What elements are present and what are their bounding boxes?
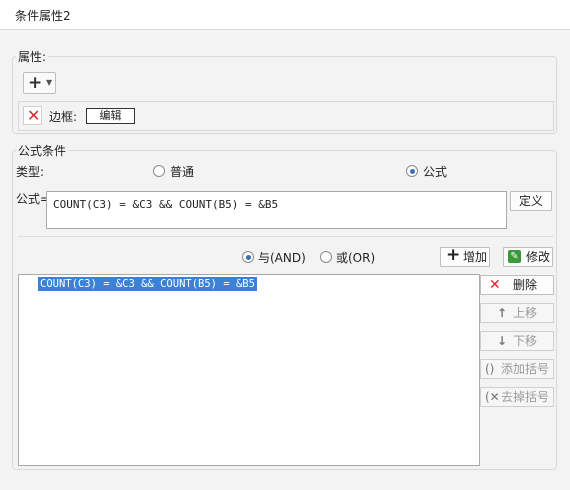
delete-x-icon: ✕ [27,106,41,125]
formula-input[interactable]: COUNT(C3) = &C3 && COUNT(B5) = &B5 [46,191,507,229]
radio-and[interactable] [242,251,254,263]
title-bar: 条件属性2 [0,0,570,30]
add-button[interactable]: + 增加 [440,245,490,267]
move-up-button[interactable]: ↑ 上移 [480,303,554,323]
plus-icon: + [446,245,461,265]
remove-bracket-button[interactable]: (✕ 去掉括号 [480,387,554,407]
modify-icon: ✎ [508,250,521,263]
condition-list[interactable]: COUNT(C3) = &C3 && COUNT(B5) = &B5 [18,274,480,466]
remove-attribute-button[interactable]: ✕ [23,106,42,125]
move-up-label: 上移 [513,306,538,320]
define-button[interactable]: 定义 [510,191,552,211]
list-item[interactable]: COUNT(C3) = &C3 && COUNT(B5) = &B5 [38,277,257,291]
modify-button[interactable]: ✎ 修改 [503,247,553,267]
add-attribute-button[interactable]: + ▼ [23,72,56,94]
move-down-label: 下移 [513,334,538,348]
formula-label: 公式= [16,192,51,206]
radio-or[interactable] [320,251,332,263]
type-normal-label: 普通 [170,165,195,179]
formula-condition-label: 公式条件 [16,142,69,159]
arrow-down-icon: ↓ [497,334,508,348]
plus-icon: + [28,73,43,93]
add-button-label: 增加 [463,250,488,264]
divider [18,236,554,237]
remove-bracket-icon: (✕ [485,390,500,404]
modify-button-label: 修改 [526,250,551,264]
add-bracket-label: 添加括号 [501,362,550,376]
edit-border-button[interactable]: 编辑 [86,108,135,124]
border-label: 边框: [49,110,78,124]
bracket-icon: () [485,362,495,376]
add-bracket-button[interactable]: () 添加括号 [480,359,554,379]
dropdown-arrow-icon: ▼ [46,78,53,87]
type-formula-label: 公式 [423,165,448,179]
delete-label: 删除 [513,278,538,292]
logic-and-label: 与(AND) [258,251,306,265]
attributes-group-label: 属性: [16,48,49,65]
radio-normal[interactable] [153,165,165,177]
type-label: 类型: [16,165,45,179]
delete-x-icon: ✕ [489,277,501,293]
window-title: 条件属性2 [15,9,71,23]
logic-or-label: 或(OR) [336,251,376,265]
radio-formula[interactable] [406,165,418,177]
delete-button[interactable]: ✕ 删除 [480,275,554,295]
move-down-button[interactable]: ↓ 下移 [480,331,554,351]
arrow-up-icon: ↑ [497,306,508,320]
remove-bracket-label: 去掉括号 [501,390,550,404]
